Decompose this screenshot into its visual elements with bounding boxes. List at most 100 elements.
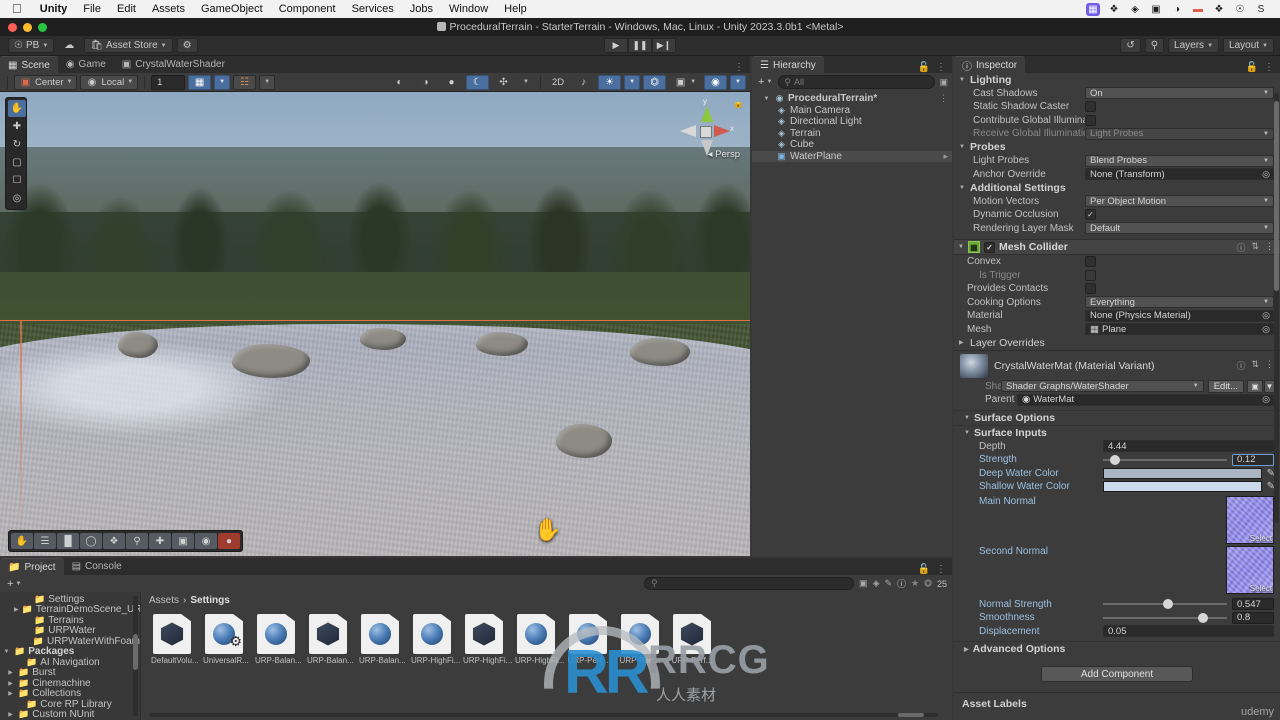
cloud-button[interactable]: ☁ [58, 38, 80, 53]
section-additional-settings[interactable]: ▼ Additional Settings [954, 181, 1280, 195]
gizmo-y-axis[interactable] [701, 106, 713, 122]
asset-labels-section[interactable]: Asset Labels [954, 692, 1280, 720]
snap-increment-button[interactable]: ☷ [233, 74, 257, 90]
convex-checkbox[interactable] [1085, 256, 1096, 268]
second-normal-select-label[interactable]: Select [1250, 584, 1272, 593]
gizmo-x-neg-axis[interactable] [680, 125, 696, 137]
section-surface-options[interactable]: ▼ Surface Options [954, 409, 1280, 425]
shader-dropdown[interactable]: Shader Graphs/WaterShader ▼ [1001, 380, 1204, 393]
tab-scene[interactable]: ▦ Scene [0, 56, 58, 73]
hidden-objects-button[interactable]: ⏣ [643, 74, 667, 90]
toolbar-settings-button[interactable]: ⚙ [176, 38, 198, 53]
grid-size-input[interactable]: 1 [151, 74, 186, 90]
menu-window[interactable]: Window [441, 2, 496, 16]
hierarchy-search-input[interactable]: ⚲ All [778, 75, 936, 89]
asset-item[interactable]: ▸ URP-HighFi... [411, 614, 460, 666]
search-icon[interactable]: ⚲ [126, 533, 148, 549]
menu-assets[interactable]: Assets [144, 2, 193, 16]
history-button[interactable]: ↺ [1120, 38, 1141, 53]
chevron-down-icon[interactable]: ▼ [762, 96, 771, 102]
rendering-layer-mask-dropdown[interactable]: Default ▼ [1085, 222, 1274, 235]
audio-toggle-button[interactable]: ♪ [572, 75, 595, 90]
object-picker-icon[interactable]: ◎ [1262, 169, 1270, 180]
mesh-collider-enabled-checkbox[interactable]: ✓ [983, 241, 995, 253]
asset-item[interactable]: URP-Perf... [619, 614, 661, 666]
hand-tool[interactable]: ✋ [8, 100, 26, 117]
breadcrumb-assets[interactable]: Assets [149, 595, 179, 606]
tree-item-terrains[interactable]: 📁 Terrains [0, 615, 140, 626]
menu-help[interactable]: Help [496, 2, 535, 16]
hierarchy-item-waterplane[interactable]: ▣ WaterPlane ▸ [752, 150, 952, 162]
drive-icon[interactable]: ▣ [1149, 3, 1163, 16]
main-normal-texture-slot[interactable]: Select [1226, 495, 1274, 544]
move-icon[interactable]: ✚ [149, 533, 171, 549]
shader-edit-button[interactable]: Edit... [1207, 379, 1244, 393]
project-hscroll-thumb[interactable] [898, 713, 924, 717]
lock-icon[interactable]: 🔓 [1246, 62, 1258, 73]
hierarchy-filter-icon[interactable]: ▣ [939, 77, 948, 88]
asset-item[interactable]: URP-HighFi... [515, 614, 564, 666]
layout-dropdown[interactable]: Layout ▼ [1223, 38, 1274, 53]
asset-store-button[interactable]: 🛍 Asset Store ▼ [84, 38, 173, 53]
tree-item-collections[interactable]: ▶ 📁 Collections [0, 688, 140, 699]
inspector-scroll-thumb[interactable] [1274, 101, 1279, 291]
project-filter-label-icon[interactable]: ✎ [884, 578, 892, 589]
chevron-right-icon[interactable]: ▶ [14, 606, 19, 613]
toggle-2d-button[interactable]: 2D [547, 75, 569, 90]
chevron-down-icon[interactable]: ▼ [2, 649, 11, 655]
asset-item[interactable]: URP-Perf... [671, 614, 713, 666]
tree-item-urpwaterwithfoam[interactable]: 📁 URPWaterWithFoam [0, 636, 140, 647]
preset-icon[interactable]: ⇅ [1251, 241, 1259, 254]
static-shadow-caster-checkbox[interactable] [1085, 101, 1096, 113]
scene-fx-button[interactable]: ☀ [598, 74, 622, 90]
breadcrumb-settings[interactable]: Settings [190, 595, 229, 606]
object-picker-icon[interactable]: ◎ [1262, 310, 1270, 321]
contribute-gi-checkbox[interactable] [1085, 114, 1096, 126]
project-tree-scroll-thumb[interactable] [133, 634, 138, 670]
stamp-icon[interactable]: ▣ [172, 533, 194, 549]
shader-variant-button[interactable]: ▣ [1247, 379, 1263, 393]
chevron-right-icon[interactable]: ▸ [943, 151, 948, 162]
lock-icon[interactable]: 🔓 [918, 62, 930, 73]
cooking-options-dropdown[interactable]: Everything ▼ [1085, 296, 1274, 309]
normal-strength-slider-track[interactable] [1103, 599, 1227, 610]
add-component-button[interactable]: Add Component [1041, 666, 1193, 682]
chevron-right-icon[interactable]: ▶ [6, 690, 15, 697]
hierarchy-item-main-camera[interactable]: ◈ Main Camera [752, 105, 952, 117]
kebab-icon[interactable]: ⋮ [939, 93, 948, 104]
project-filter-type-icon[interactable]: ◈ [873, 578, 880, 589]
play-button[interactable]: ▶ [604, 38, 628, 53]
kebab-icon[interactable]: ⋮ [734, 62, 744, 73]
shallow-water-color-swatch[interactable] [1103, 481, 1262, 493]
wifi-icon[interactable]: ◑ [1170, 3, 1184, 16]
provides-contacts-checkbox[interactable] [1085, 283, 1096, 295]
brush-icon[interactable]: █ [57, 533, 79, 549]
tree-item-ai-navigation[interactable]: 📁 AI Navigation [0, 657, 140, 668]
kebab-icon[interactable]: ⋮ [936, 564, 946, 575]
bluetooth-icon[interactable]: ❖ [1212, 3, 1226, 16]
normal-strength-slider[interactable]: 0.547 [1103, 598, 1274, 611]
tab-console[interactable]: ▤ Console [64, 558, 130, 575]
tree-item-custom-nunit[interactable]: ▶ 📁 Custom NUnit [0, 709, 140, 720]
lock-icon[interactable]: 🔓 [918, 564, 930, 575]
grid-snapping-button[interactable]: ▦ [188, 74, 212, 90]
inspector-scrollbar[interactable] [1274, 93, 1279, 523]
kebab-icon[interactable]: ⋮ [936, 62, 946, 73]
chevron-right-icon[interactable]: ▶ [6, 680, 15, 687]
rotate-tool[interactable]: ↻ [8, 136, 26, 153]
scene-fx-dropdown[interactable]: ▼ [624, 74, 641, 90]
project-search-input[interactable]: ⚲ [644, 577, 855, 590]
physics-material-field[interactable]: None (Physics Material) ◎ [1085, 309, 1274, 322]
hierarchy-item-cube[interactable]: ◈ Cube [752, 139, 952, 151]
pause-button[interactable]: ❚❚ [628, 38, 652, 53]
move-tool[interactable]: ✚ [8, 118, 26, 135]
projection-mode-label[interactable]: ◂ Persp [708, 149, 740, 160]
strength-slider-track[interactable] [1103, 454, 1227, 465]
rect-tool[interactable]: ☐ [8, 172, 26, 189]
smoothness-slider-track[interactable] [1103, 612, 1227, 623]
spotlight-s-icon[interactable]: S [1254, 3, 1268, 16]
preset-icon[interactable]: ⇅ [1251, 359, 1259, 372]
menu-unity[interactable]: Unity [32, 2, 76, 16]
kebab-icon[interactable]: ⋮ [1264, 62, 1274, 73]
tab-hierarchy[interactable]: ☰ Hierarchy [752, 56, 824, 73]
